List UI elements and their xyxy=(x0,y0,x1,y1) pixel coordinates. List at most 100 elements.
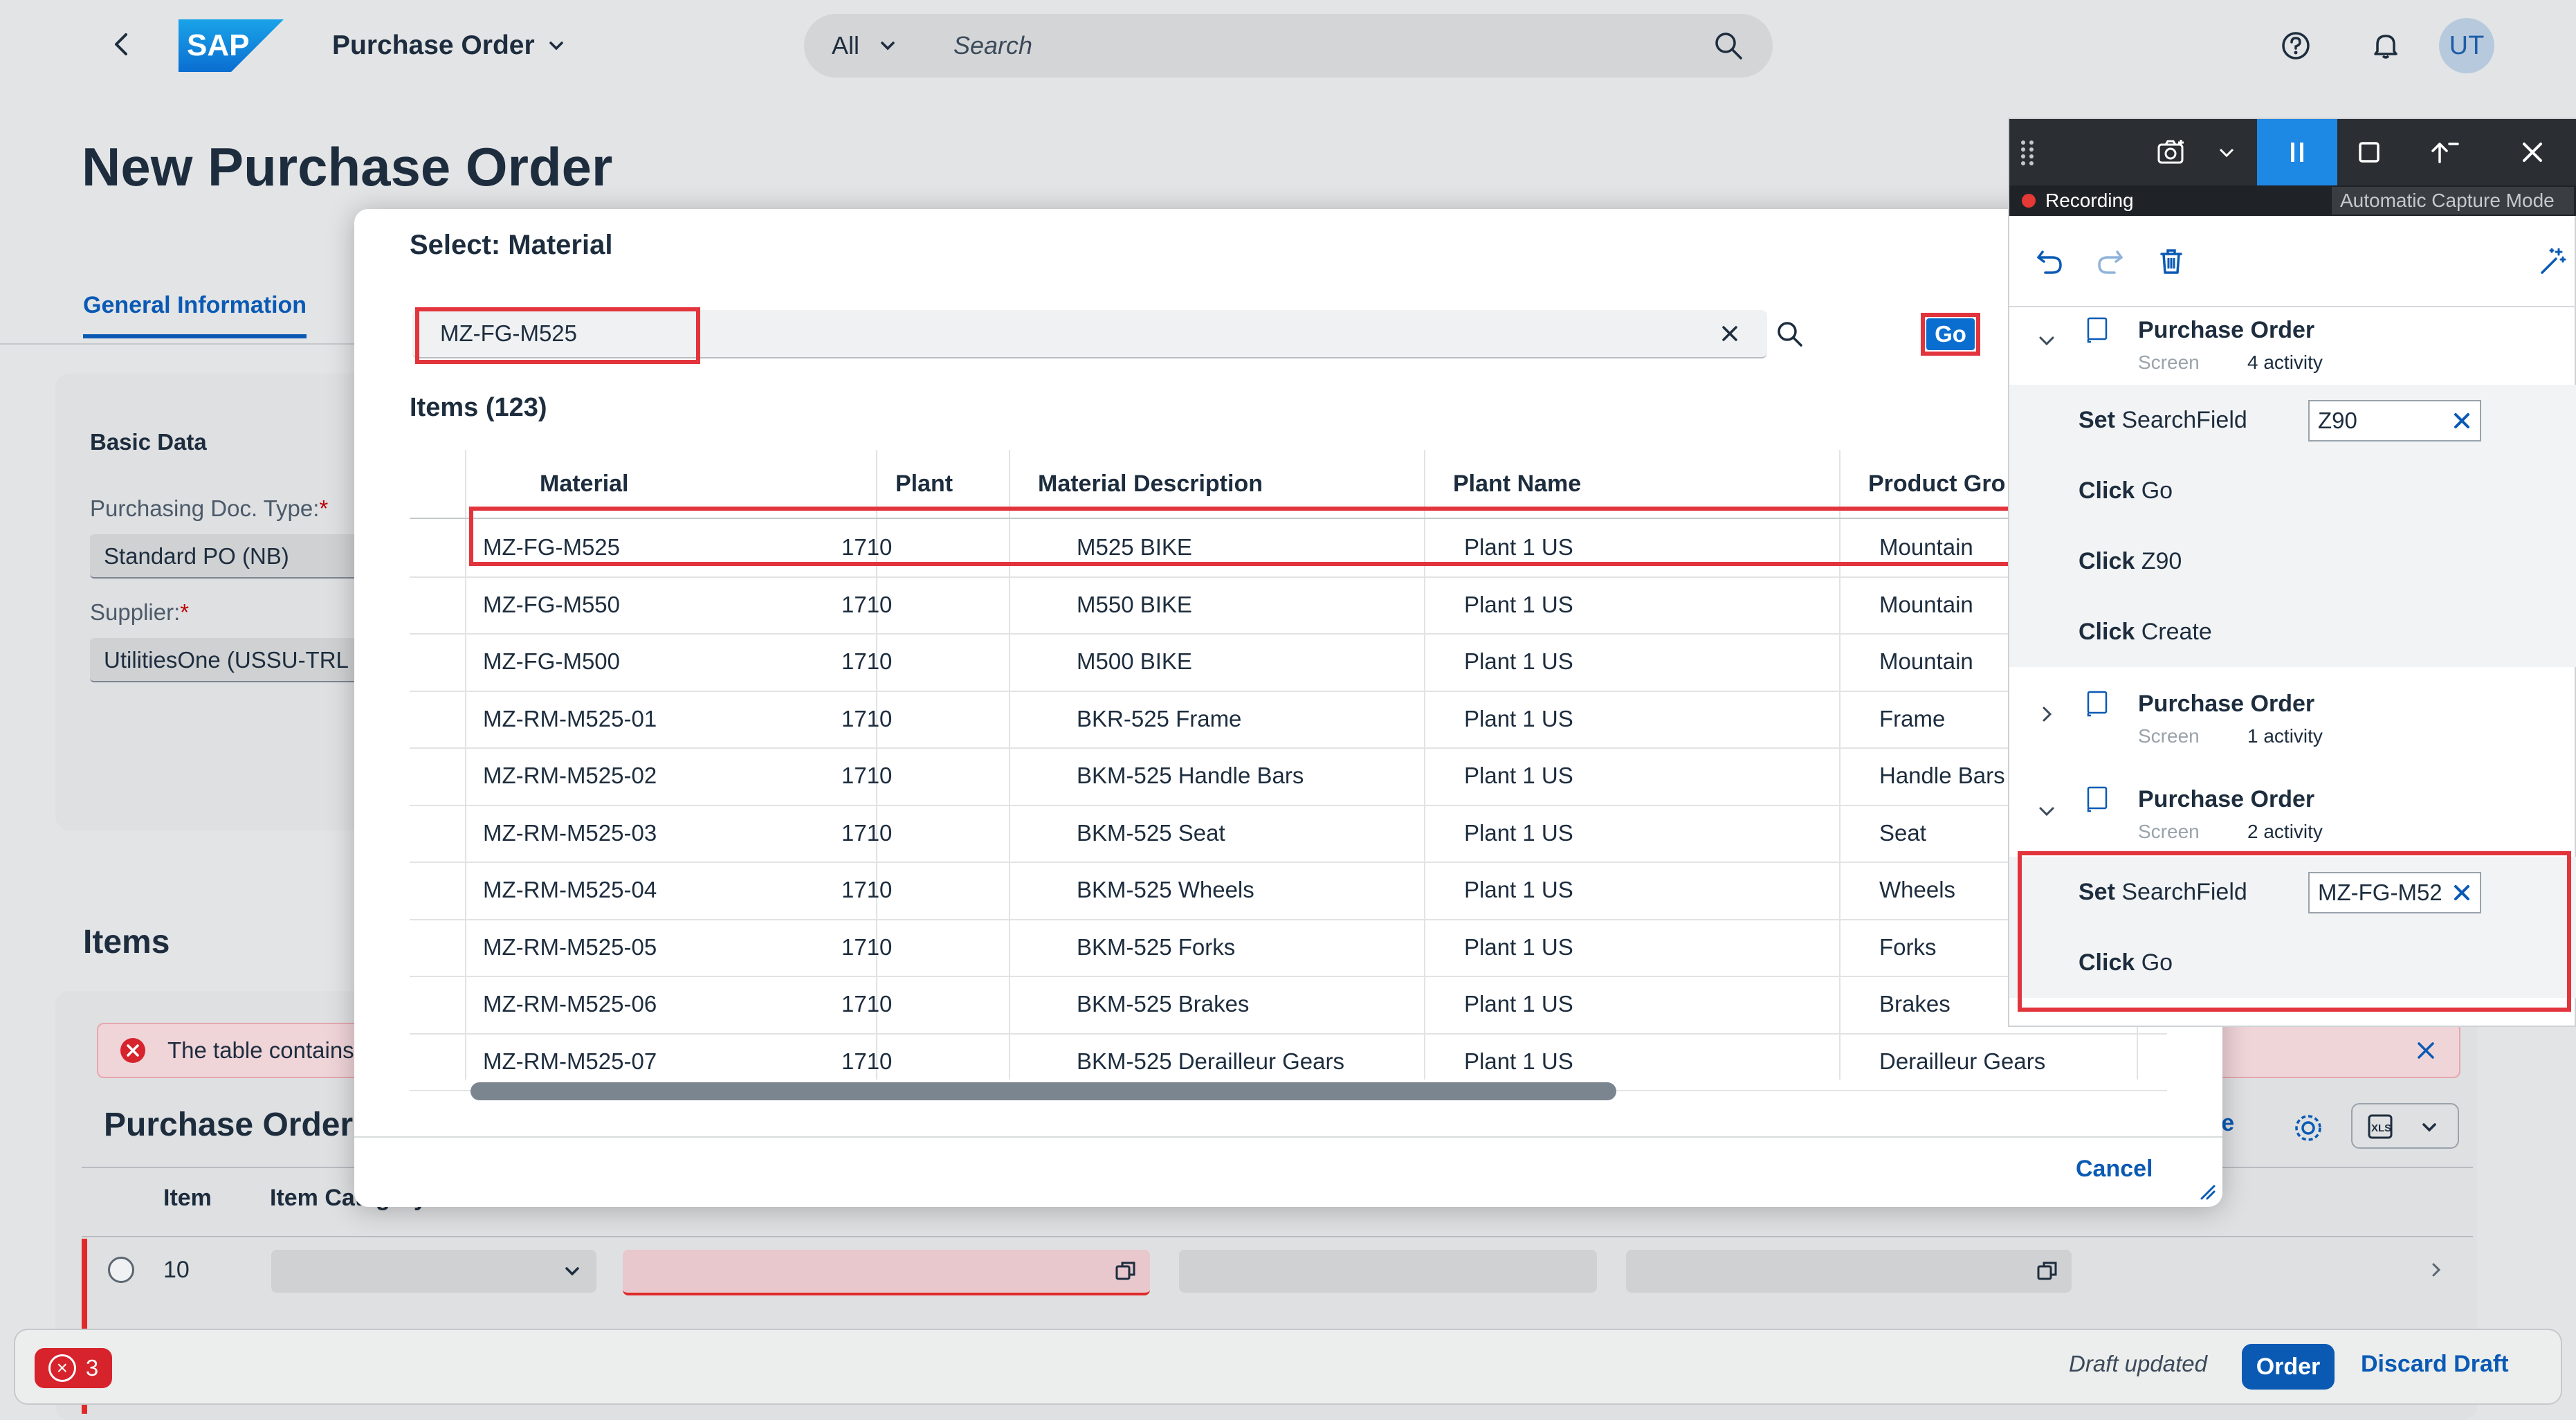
table-cell: BKM-525 Seat xyxy=(1077,819,1225,846)
group-title: Purchase Order xyxy=(2138,786,2315,812)
undo-icon[interactable] xyxy=(2033,245,2066,278)
stop-icon[interactable] xyxy=(2351,134,2387,170)
value-help-icon[interactable] xyxy=(1114,1259,1138,1283)
chevron-down-icon[interactable] xyxy=(2214,134,2239,170)
recording-dot-icon xyxy=(2022,194,2036,208)
screen-group-1[interactable]: Purchase Order Screen 4 activity xyxy=(2009,306,2576,396)
table-cell: MZ-RM-M525-03 xyxy=(483,819,657,846)
table-cell: MZ-FG-M500 xyxy=(483,648,620,674)
doc-type-select[interactable]: Standard PO (NB) xyxy=(90,534,367,579)
chevron-right-icon[interactable] xyxy=(2426,1259,2447,1280)
search-icon[interactable] xyxy=(1774,318,1805,349)
table-cell: Seat xyxy=(1879,819,1926,846)
export-button[interactable]: XLS xyxy=(2351,1103,2459,1149)
close-icon[interactable] xyxy=(2412,1037,2440,1064)
activity-item[interactable]: Set SearchField Z90 xyxy=(2009,385,2576,455)
activity-verb: Click xyxy=(2079,548,2135,574)
table-cell: MZ-RM-M525-04 xyxy=(483,877,657,902)
search-icon[interactable] xyxy=(1712,29,1745,62)
activity-verb: Set xyxy=(2079,407,2115,433)
magic-wand-icon[interactable] xyxy=(2535,245,2568,278)
table-cell: 1710 xyxy=(841,1048,893,1074)
screen-group-3[interactable]: Purchase Order Screen 2 activity xyxy=(2009,770,2576,859)
clear-icon[interactable] xyxy=(1717,321,1742,346)
spreadsheet-icon: XLS xyxy=(2365,1111,2395,1142)
error-icon xyxy=(119,1037,147,1064)
group-type: Screen xyxy=(2138,725,2200,747)
cancel-button[interactable]: Cancel xyxy=(2076,1156,2153,1183)
sap-logo[interactable]: SAP xyxy=(179,19,284,72)
group-type: Screen xyxy=(2138,821,2200,842)
discard-draft-button[interactable]: Discard Draft xyxy=(2361,1351,2509,1378)
table-cell: Forks xyxy=(1879,934,1937,960)
screen-group-2[interactable]: Purchase Order Screen 1 activity xyxy=(2009,673,2576,763)
group-title: Purchase Order xyxy=(2138,691,2315,717)
activity-item[interactable]: Click Z90 xyxy=(2009,526,2576,597)
table-cell: 1710 xyxy=(841,763,893,788)
table-cell: 1710 xyxy=(841,705,893,731)
table-cell: Plant 1 US xyxy=(1464,648,1573,674)
help-icon[interactable] xyxy=(2276,26,2315,65)
tab-general-information[interactable]: General Information xyxy=(83,292,307,338)
gear-icon[interactable] xyxy=(2290,1110,2326,1146)
items-count: Items (123) xyxy=(410,393,547,422)
table-cell: Plant 1 US xyxy=(1464,819,1573,846)
avatar[interactable]: UT xyxy=(2439,18,2494,73)
chevron-down-icon[interactable] xyxy=(2034,799,2059,823)
table-cell: BKM-525 Handle Bars xyxy=(1077,763,1304,788)
row-select-radio[interactable] xyxy=(108,1257,134,1283)
error-message-text: The table contains xyxy=(167,1037,354,1063)
select-material-dialog: Select: Material MZ-FG-M525 Go Items (12… xyxy=(354,209,2222,1207)
bell-icon[interactable] xyxy=(2366,26,2405,65)
search-input[interactable]: Search xyxy=(953,14,1032,78)
table-cell: 1710 xyxy=(841,591,893,617)
item-category-select[interactable] xyxy=(271,1250,596,1293)
material-group-input[interactable] xyxy=(1626,1250,2072,1293)
error-count-button[interactable]: × 3 xyxy=(35,1348,112,1388)
pause-icon xyxy=(2279,134,2315,170)
search-scope-select[interactable]: All xyxy=(832,14,898,78)
table-cell: BKM-525 Wheels xyxy=(1077,877,1254,902)
back-icon[interactable] xyxy=(104,26,140,62)
table-cell: BKM-525 Forks xyxy=(1077,934,1236,960)
chevron-down-icon[interactable] xyxy=(2034,328,2059,353)
drag-handle-icon[interactable] xyxy=(2015,134,2040,170)
activity-value: Z90 xyxy=(2318,408,2357,433)
table-cell: MZ-RM-M525-05 xyxy=(483,934,657,960)
activity-highlight-box xyxy=(2018,851,2571,1012)
global-search[interactable]: All Search xyxy=(804,14,1773,78)
collapse-up-icon[interactable] xyxy=(2426,134,2462,170)
redo-icon[interactable] xyxy=(2094,245,2127,278)
short-text-input[interactable] xyxy=(1179,1250,1597,1293)
activity-item[interactable]: Click Create xyxy=(2009,597,2576,667)
capture-mode-label[interactable]: Automatic Capture Mode xyxy=(2332,187,2574,215)
app-title-menu[interactable]: Purchase Order xyxy=(332,26,567,65)
activity-target: Create xyxy=(2141,619,2212,645)
resize-handle-icon[interactable] xyxy=(2196,1181,2217,1201)
recorder-panel: Recording Automatic Capture Mode Purchas… xyxy=(2008,118,2576,1027)
value-help-icon[interactable] xyxy=(2036,1259,2059,1283)
group-activity-count: 1 activity xyxy=(2247,725,2323,747)
close-icon[interactable] xyxy=(2514,134,2550,170)
chevron-down-icon xyxy=(562,1261,583,1282)
error-icon: × xyxy=(48,1354,76,1382)
chevron-right-icon[interactable] xyxy=(2034,702,2059,727)
activity-target: Z90 xyxy=(2141,548,2182,574)
camera-icon[interactable] xyxy=(2153,134,2189,170)
supplier-field[interactable]: UtilitiesOne (USSU-TRL xyxy=(90,638,367,682)
page-title: New Purchase Order xyxy=(82,136,613,197)
material-input[interactable] xyxy=(623,1250,1150,1295)
horizontal-scrollbar[interactable] xyxy=(471,1082,1616,1100)
clear-icon[interactable] xyxy=(2449,408,2474,433)
table-cell: BKR-525 Frame xyxy=(1077,705,1242,731)
group-activity-count: 4 activity xyxy=(2247,352,2323,373)
chevron-down-icon[interactable] xyxy=(2419,1117,2440,1138)
activity-value-field[interactable]: Z90 xyxy=(2308,400,2481,442)
pause-button[interactable] xyxy=(2257,119,2337,185)
svg-text:SAP: SAP xyxy=(187,28,249,62)
order-button[interactable]: Order xyxy=(2242,1344,2335,1390)
activity-item[interactable]: Click Go xyxy=(2009,455,2576,526)
items-heading: Items xyxy=(83,924,170,961)
trash-icon[interactable] xyxy=(2155,245,2188,278)
table-cell: 1710 xyxy=(841,819,893,846)
